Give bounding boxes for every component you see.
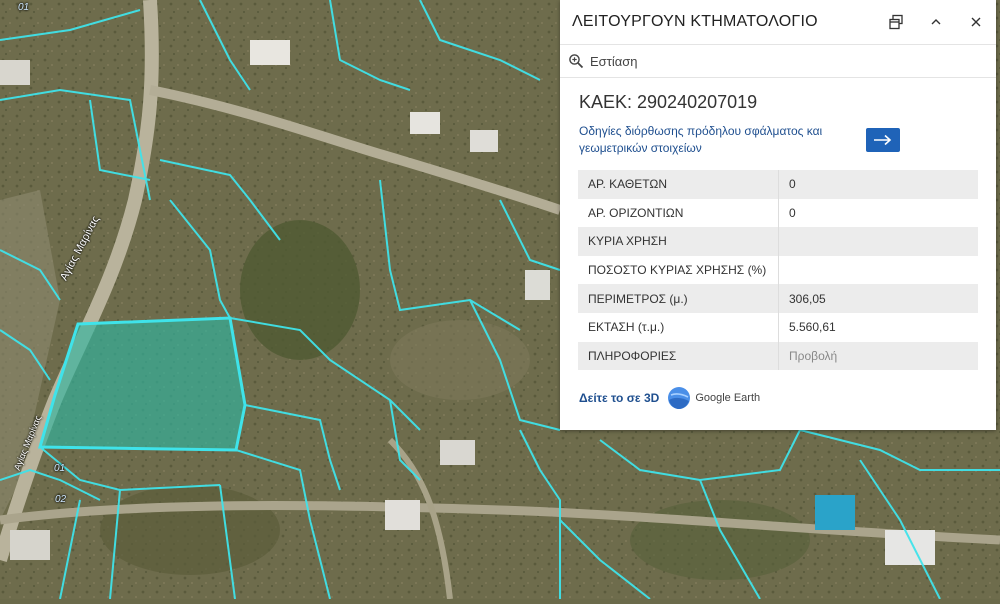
attribute-label: ΠΟΣΟΣΤΟ ΚΥΡΙΑΣ ΧΡΗΣΗΣ (%) (578, 255, 779, 285)
zoom-to-button[interactable]: Εστίαση (560, 45, 996, 78)
attribute-value: 0 (789, 205, 796, 220)
attribute-value: 306,05 (778, 284, 978, 313)
attribute-label: ΚΥΡΙΑ ΧΡΗΣΗ (578, 227, 779, 256)
see-in-3d-link[interactable]: Δείτε το σε 3D (579, 391, 659, 405)
panel-title: ΛΕΙΤΟΥΡΓΟΥΝ ΚΤΗΜΑΤΟΛΟΓΙΟ (572, 13, 818, 30)
google-earth-link[interactable]: Google Earth (667, 386, 760, 410)
panel-header: ΛΕΙΤΟΥΡΓΟΥΝ ΚΤΗΜΑΤΟΛΟΓΙΟ (560, 0, 996, 45)
parcel-info-panel: ΛΕΙΤΟΥΡΓΟΥΝ ΚΤΗΜΑΤΟΛΟΓΙΟ Εστίαση ΚΑΕΚ: 2… (560, 0, 996, 430)
footer-3d: Δείτε το σε 3D Google Earth (579, 386, 996, 410)
table-row: ΑΡ. ΟΡΙΖΟΝΤΙΩΝ 0 (578, 198, 978, 228)
table-row: ΠΛΗΡΟΦΟΡΙΕΣ Προβολή (578, 341, 978, 371)
collapse-button[interactable] (916, 0, 956, 44)
google-earth-logo-icon (668, 387, 691, 410)
attribute-value: 5.560,61 (789, 320, 836, 335)
section-label: 02 (55, 494, 67, 505)
close-icon (971, 17, 981, 27)
google-earth-label: Google Earth (695, 392, 761, 405)
table-row: ΕΚΤΑΣΗ (τ.μ.) 5.560,61 (578, 312, 978, 342)
correction-guide-link[interactable]: Οδηγίες διόρθωσης πρόδηλου σφάλματος και… (579, 123, 849, 157)
attribute-label: ΠΛΗΡΟΦΟΡΙΕΣ (578, 341, 779, 371)
section-label: 01 (54, 463, 66, 474)
table-row: ΑΡ. ΚΑΘΕΤΩΝ 0 (578, 170, 978, 199)
section-label: 01 (18, 2, 30, 13)
table-row: ΠΕΡΙΜΕΤΡΟΣ (μ.) 306,05 (578, 284, 978, 313)
arrow-right-icon (874, 134, 892, 146)
table-row: ΚΥΡΙΑ ΧΡΗΣΗ (578, 227, 978, 256)
chevron-up-icon (931, 19, 941, 25)
restore-window-icon (889, 14, 903, 30)
close-button[interactable] (956, 0, 996, 44)
attribute-label: ΑΡ. ΚΑΘΕΤΩΝ (578, 170, 779, 199)
attribute-value (779, 256, 979, 285)
restore-window-button[interactable] (876, 0, 916, 44)
attribute-label: ΕΚΤΑΣΗ (τ.μ.) (578, 312, 779, 342)
correction-guide: Οδηγίες διόρθωσης πρόδηλου σφάλματος και… (579, 123, 996, 157)
attribute-value (778, 227, 978, 256)
parcel-attributes-table: ΑΡ. ΚΑΘΕΤΩΝ 0 ΑΡ. ΟΡΙΖΟΝΤΙΩΝ 0 ΚΥΡΙΑ ΧΡΗ… (578, 170, 979, 371)
kaek-heading: ΚΑΕΚ: 290240207019 (579, 92, 758, 112)
view-info-link[interactable]: Προβολή (778, 341, 978, 371)
attribute-value: 0 (778, 170, 978, 199)
zoom-label: Εστίαση (590, 53, 638, 69)
open-guide-button[interactable] (866, 128, 900, 152)
table-row: ΠΟΣΟΣΤΟ ΚΥΡΙΑΣ ΧΡΗΣΗΣ (%) (578, 255, 979, 285)
attribute-label: ΑΡ. ΟΡΙΖΟΝΤΙΩΝ (578, 198, 779, 228)
zoom-in-icon (569, 54, 584, 69)
attribute-label: ΠΕΡΙΜΕΤΡΟΣ (μ.) (578, 284, 779, 313)
